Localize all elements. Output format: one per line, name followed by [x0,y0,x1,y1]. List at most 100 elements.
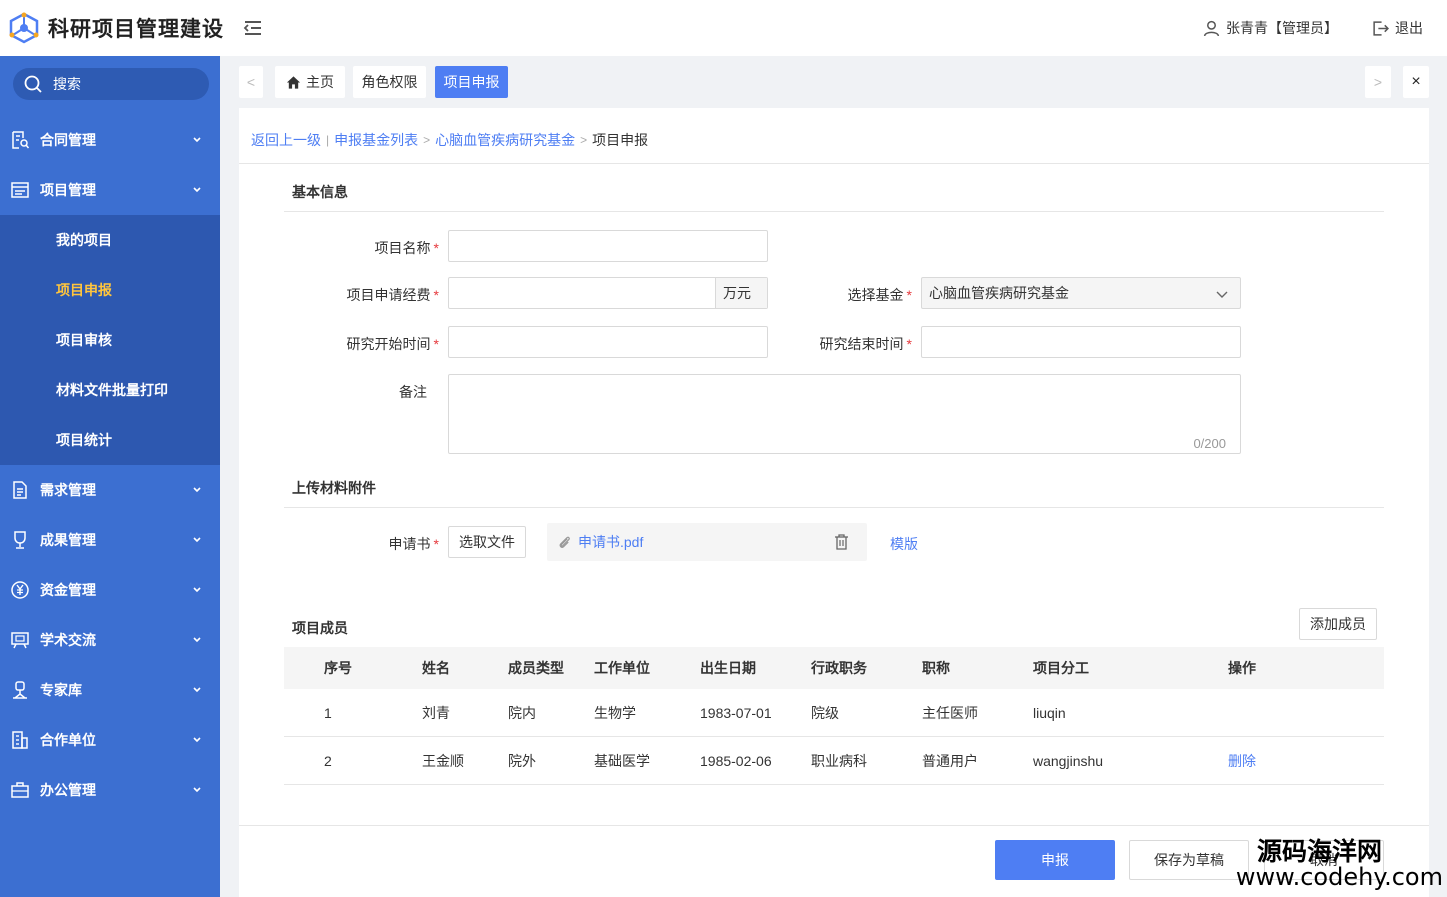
sidebar-menu: 合同管理 项目管理 我的项目 项目申报 项目审核 材料文件批量打印 项目统计 需… [0,115,220,815]
cell-unit: 生物学 [594,704,636,721]
building-icon [12,731,28,749]
project-name-label: 项目名称 * [339,238,439,258]
tab-next-button[interactable]: > [1365,66,1391,98]
end-date-input[interactable] [921,326,1241,358]
required-mark: * [906,287,912,303]
sidebar-item-experts[interactable]: 专家库 [0,665,220,715]
project-submenu: 我的项目 项目申报 项目审核 材料文件批量打印 项目统计 [0,215,220,465]
tab-home[interactable]: 主页 [275,66,345,98]
menu-collapse-icon[interactable] [242,17,264,39]
project-name-input[interactable] [448,230,768,262]
logout-icon [1373,20,1389,36]
yen-icon [11,581,29,599]
section-title-members: 项目成员 [292,620,348,636]
user-name: 张青青【管理员】 [1226,20,1338,36]
sidebar: 搜索 合同管理 项目管理 我的项目 项目申报 项目审核 材料文件批量打印 项目统… [0,56,220,897]
chevron-down-icon [193,637,201,643]
user-menu[interactable]: 张青青【管理员】 [1203,18,1338,38]
tab-role-permission[interactable]: 角色权限 [353,66,426,98]
tab-prev-button[interactable]: < [239,66,263,98]
column-header: 姓名 [422,660,450,676]
breadcrumb-back-link[interactable]: 返回上一级 [251,130,321,150]
section-title-basic: 基本信息 [292,184,348,200]
sidebar-item-label: 项目管理 [40,182,96,198]
required-mark: * [433,287,439,303]
sidebar-item-contract[interactable]: 合同管理 [0,115,220,165]
watermark-line2: www.codehy.com [1235,863,1443,891]
sidebar-item-project-review[interactable]: 项目审核 [0,315,220,365]
tab-label: 主页 [306,74,334,90]
paperclip-icon [559,536,570,548]
sidebar-item-project-stats[interactable]: 项目统计 [0,415,220,465]
search-label: 搜索 [53,76,81,92]
cell-no: 2 [324,752,332,769]
table-row: 2 王金顺 院外 基础医学 1985-02-06 职业病科 普通用户 wangj… [284,737,1384,785]
chevron-down-icon [193,687,201,693]
sidebar-item-demand[interactable]: 需求管理 [0,465,220,515]
tab-close-button[interactable]: × [1403,66,1429,98]
sidebar-item-academic[interactable]: 学术交流 [0,615,220,665]
document-icon [13,481,27,499]
presentation-icon [11,632,29,649]
fund-select-value: 心脑血管疾病研究基金 [929,285,1069,301]
search-icon [24,75,42,93]
column-header: 职称 [922,660,950,676]
sidebar-item-office[interactable]: 办公管理 [0,765,220,815]
submit-button[interactable]: 申报 [995,840,1115,880]
template-link[interactable]: 模版 [890,534,918,554]
breadcrumb-current: 项目申报 [592,132,649,148]
cell-role: wangjinshu [1033,752,1104,769]
column-header: 行政职务 [811,660,867,676]
breadcrumb-separator: > [580,133,588,147]
uploaded-file-name[interactable]: 申请书.pdf [578,532,643,552]
logout-button[interactable]: 退出 [1372,18,1423,38]
breadcrumb-divider: | [326,133,330,147]
field-label-text: 项目申请经费 [346,287,431,303]
cell-birth: 1983-07-01 [700,704,772,721]
cell-position: 职业病科 [811,752,867,769]
column-header: 项目分工 [1033,660,1089,676]
fund-select[interactable]: 心脑血管疾病研究基金 [921,277,1241,309]
sidebar-item-my-projects[interactable]: 我的项目 [0,215,220,265]
save-draft-button[interactable]: 保存为草稿 [1129,840,1249,880]
tab-project-apply[interactable]: 项目申报 [435,66,508,98]
delete-member-button[interactable]: 删除 [1228,737,1256,784]
breadcrumb: 返回上一级 | 申报基金列表 > 心脑血管疾病研究基金 > 项目申报 [251,130,648,150]
watermark: 源码海洋网 www.codehy.com [1235,840,1443,891]
cell-title: 普通用户 [922,752,978,769]
end-date-label: 研究结束时间 * [792,334,912,354]
funding-input[interactable]: 万元 [448,277,768,309]
uploaded-file[interactable]: 申请书.pdf [547,523,867,561]
tab-label: 角色权限 [361,74,418,90]
column-header: 操作 [1228,660,1256,676]
column-header: 成员类型 [508,660,564,676]
sidebar-item-project[interactable]: 项目管理 [0,165,220,215]
sidebar-item-project-apply[interactable]: 项目申报 [0,265,220,315]
logout-label: 退出 [1395,20,1423,36]
sidebar-item-label: 学术交流 [40,632,96,648]
main-card: 返回上一级 | 申报基金列表 > 心脑血管疾病研究基金 > 项目申报 基本信息 … [239,108,1429,897]
field-label-text: 申请书 [388,536,431,552]
app-title: 科研项目管理建设 [48,18,224,41]
required-mark: * [906,336,912,352]
cell-position: 院级 [811,704,839,721]
choose-file-button[interactable]: 选取文件 [448,526,526,558]
cell-birth: 1985-02-06 [700,752,772,769]
tab-bar: < 主页 角色权限 项目申报 > × [239,66,1429,98]
remark-textarea[interactable]: 0/200 [448,374,1241,454]
delete-icon[interactable] [834,534,849,550]
top-header: 科研项目管理建设 张青青【管理员】 退出 [0,0,1447,56]
sidebar-item-funds[interactable]: 资金管理 [0,565,220,615]
breadcrumb-fund-list-link[interactable]: 申报基金列表 [334,130,418,150]
required-mark: * [433,536,439,552]
add-member-button[interactable]: 添加成员 [1299,608,1377,640]
table-row: 1 刘青 院内 生物学 1983-07-01 院级 主任医师 liuqin [284,689,1384,737]
remark-label: 备注 [399,384,427,400]
cell-type: 院外 [508,752,536,769]
sidebar-item-batch-print[interactable]: 材料文件批量打印 [0,365,220,415]
breadcrumb-fund-link[interactable]: 心脑血管疾病研究基金 [435,130,575,150]
sidebar-search[interactable]: 搜索 [13,68,209,100]
start-date-input[interactable] [448,326,768,358]
sidebar-item-partners[interactable]: 合作单位 [0,715,220,765]
sidebar-item-achievement[interactable]: 成果管理 [0,515,220,565]
